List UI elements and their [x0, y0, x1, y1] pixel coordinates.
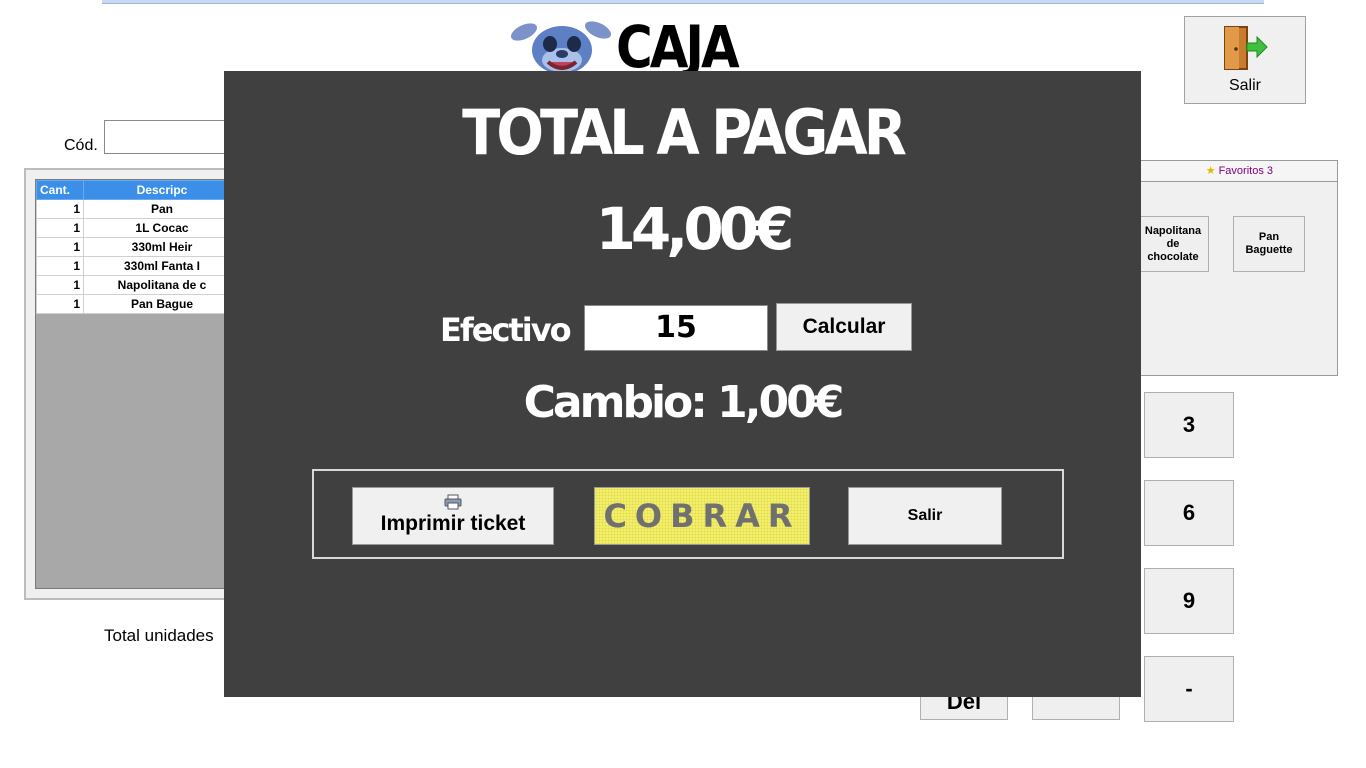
favorite-pan-baguette-button[interactable]: Pan Baguette: [1233, 216, 1305, 272]
cell-description: Pan: [83, 199, 241, 219]
keypad-key-3[interactable]: 3: [1144, 392, 1234, 458]
keypad-key-9[interactable]: 9: [1144, 568, 1234, 634]
keypad-key-6[interactable]: 6: [1144, 480, 1234, 546]
stitch-logo: [510, 16, 614, 78]
cell-quantity: 1: [36, 218, 84, 238]
favorite-napolitana-button[interactable]: Napolitana de chocolate: [1137, 216, 1209, 272]
payment-total: 14,00€: [595, 195, 795, 263]
exit-door-icon: [1224, 26, 1268, 70]
favorites-tab-label: Favoritos 3: [1218, 165, 1273, 177]
printer-icon: [444, 494, 462, 510]
code-input[interactable]: [104, 120, 244, 154]
table-row[interactable]: 1 Napolitana de c: [36, 275, 241, 295]
calculate-button[interactable]: Calcular: [776, 303, 912, 351]
table-row[interactable]: 1 1L Cocac: [36, 218, 241, 238]
cell-quantity: 1: [36, 237, 84, 257]
top-border: [102, 0, 1264, 4]
table-row[interactable]: 1 330ml Fanta I: [36, 256, 241, 276]
cell-description: 330ml Fanta I: [83, 256, 241, 276]
cell-description: 1L Cocac: [83, 218, 241, 238]
cell-quantity: 1: [36, 199, 84, 219]
cell-description: Pan Bague: [83, 294, 241, 314]
cell-quantity: 1: [36, 294, 84, 314]
modal-exit-button[interactable]: Salir: [848, 487, 1002, 545]
table-row[interactable]: 1 330ml Heir: [36, 237, 241, 257]
items-table-panel: Cant. Descripc 1 Pan 1 1L Cocac 1 330ml …: [24, 168, 244, 600]
favorite-label-line: Baguette: [1245, 244, 1293, 256]
items-table: Cant. Descripc 1 Pan 1 1L Cocac 1 330ml …: [36, 180, 241, 314]
print-ticket-button[interactable]: Imprimir ticket: [352, 487, 554, 545]
favorites-panel: ★ Favoritos 3 Napolitana de chocolate Pan…: [1137, 160, 1338, 376]
cell-quantity: 1: [36, 275, 84, 295]
cash-input[interactable]: 15: [584, 305, 768, 351]
cell-description: Napolitana de c: [83, 275, 241, 295]
exit-button[interactable]: Salir: [1184, 16, 1306, 104]
payment-dialog: TOTAL A PAGAR 14,00€ Efectivo 15 Calcula…: [224, 71, 1141, 697]
table-row[interactable]: 1 Pan Bague: [36, 294, 241, 314]
favorite-label-line: de: [1166, 237, 1180, 250]
star-icon: ★: [1205, 165, 1216, 177]
favorite-label-line: Napolitana: [1144, 224, 1202, 237]
favorite-label-line: Pan: [1258, 231, 1280, 243]
cell-quantity: 1: [36, 256, 84, 276]
cash-label: Efectivo: [440, 311, 572, 349]
code-label: Cód.: [64, 137, 98, 154]
items-table-area: Cant. Descripc 1 Pan 1 1L Cocac 1 330ml …: [35, 179, 242, 589]
column-header-quantity[interactable]: Cant.: [36, 180, 84, 200]
table-row[interactable]: 1 Pan: [36, 199, 241, 219]
favorite-label-line: chocolate: [1147, 250, 1199, 263]
cell-description: 330ml Heir: [83, 237, 241, 257]
payment-heading: TOTAL A PAGAR: [462, 97, 907, 170]
total-units-label: Total unidades: [104, 626, 214, 645]
print-ticket-label: Imprimir ticket: [380, 512, 526, 535]
tab-favoritos-3[interactable]: ★ Favoritos 3: [1139, 161, 1337, 182]
payment-actions-group: Imprimir ticket COBRAR Salir: [312, 469, 1064, 559]
exit-button-label: Salir: [1228, 77, 1261, 94]
column-header-description[interactable]: Descripc: [83, 180, 241, 200]
change-text: Cambio: 1,00€: [523, 377, 845, 428]
charge-button[interactable]: COBRAR: [594, 487, 810, 545]
keypad-key-minus[interactable]: -: [1144, 656, 1234, 722]
